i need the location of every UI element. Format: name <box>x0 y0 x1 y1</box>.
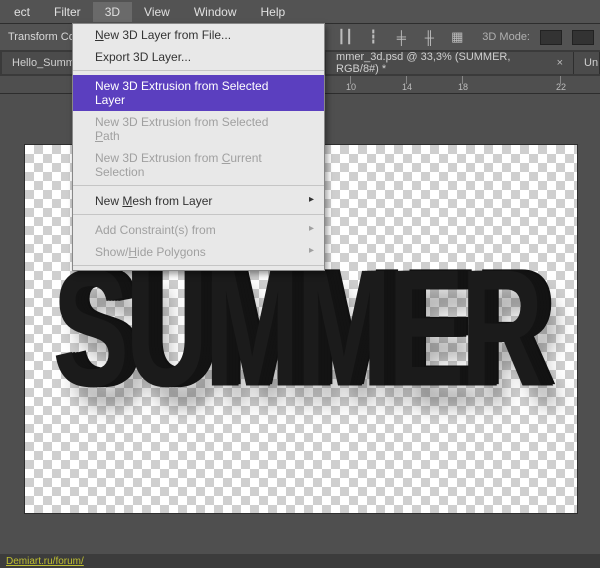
ruler-tick-label: 18 <box>458 82 468 92</box>
submenu-arrow-icon: ▸ <box>309 223 314 234</box>
menu-view[interactable]: View <box>132 2 182 22</box>
document-tab-2[interactable]: mmer_3d.psd @ 33,3% (SUMMER, RGB/8#) * × <box>326 52 574 74</box>
menu-item-add-constraints-from: Add Constraint(s) from▸ <box>73 219 324 241</box>
menu-filter[interactable]: Filter <box>42 2 93 22</box>
menu-item-show-hide-polygons: Show/Hide Polygons▸ <box>73 241 324 266</box>
close-icon[interactable]: × <box>557 57 563 69</box>
submenu-arrow-icon: ▸ <box>309 245 314 256</box>
tab-label: Hello_Summ <box>12 57 75 69</box>
menu-help[interactable]: Help <box>249 2 298 22</box>
site-watermark[interactable]: Demiart.ru/forum/ <box>0 554 600 568</box>
menu-3d[interactable]: 3D <box>93 2 132 22</box>
document-tab-3[interactable]: Un <box>574 52 600 74</box>
menu-item-new-3d-extrusion-selected-path: New 3D Extrusion from Selected Path <box>73 111 324 147</box>
menu-3d-dropdown: New 3D Layer from File... Export 3D Laye… <box>72 23 325 271</box>
options-label: Transform Con <box>4 31 81 43</box>
menu-item-new-mesh-from-layer[interactable]: New Mesh from Layer▸ <box>73 190 324 215</box>
menu-item-new-3d-layer-from-file[interactable]: New 3D Layer from File... <box>73 24 324 46</box>
menu-item-export-3d-layer[interactable]: Export 3D Layer... <box>73 46 324 71</box>
mode-roll-icon[interactable] <box>572 30 594 45</box>
tab-label: Un <box>584 57 598 69</box>
tab-label: mmer_3d.psd @ 33,3% (SUMMER, RGB/8#) * <box>336 51 549 75</box>
menu-item-new-3d-extrusion-selected-layer[interactable]: New 3D Extrusion from Selected Layer <box>73 75 324 111</box>
mode-label: 3D Mode: <box>482 31 530 43</box>
ruler-tick-label: 22 <box>556 82 566 92</box>
submenu-arrow-icon: ▸ <box>309 194 314 205</box>
distribute-horizontal-icon[interactable]: ╪ <box>392 28 410 46</box>
menu-item-new-3d-extrusion-current-selection: New 3D Extrusion from Current Selection <box>73 147 324 186</box>
main-menu-bar: ect Filter 3D View Window Help <box>0 0 600 23</box>
align-center-icon[interactable]: ┃┃ <box>336 28 354 46</box>
ruler-tick-label: 10 <box>346 82 356 92</box>
grid-icon[interactable]: ▦ <box>448 28 466 46</box>
align-right-icon[interactable]: ┇ <box>364 28 382 46</box>
menu-window[interactable]: Window <box>182 2 249 22</box>
ruler-tick-label: 14 <box>402 82 412 92</box>
mode-rotate-icon[interactable] <box>540 30 562 45</box>
menu-select[interactable]: ect <box>2 2 42 22</box>
document-tab-1[interactable]: Hello_Summ <box>2 52 82 74</box>
distribute-vertical-icon[interactable]: ╫ <box>420 28 438 46</box>
